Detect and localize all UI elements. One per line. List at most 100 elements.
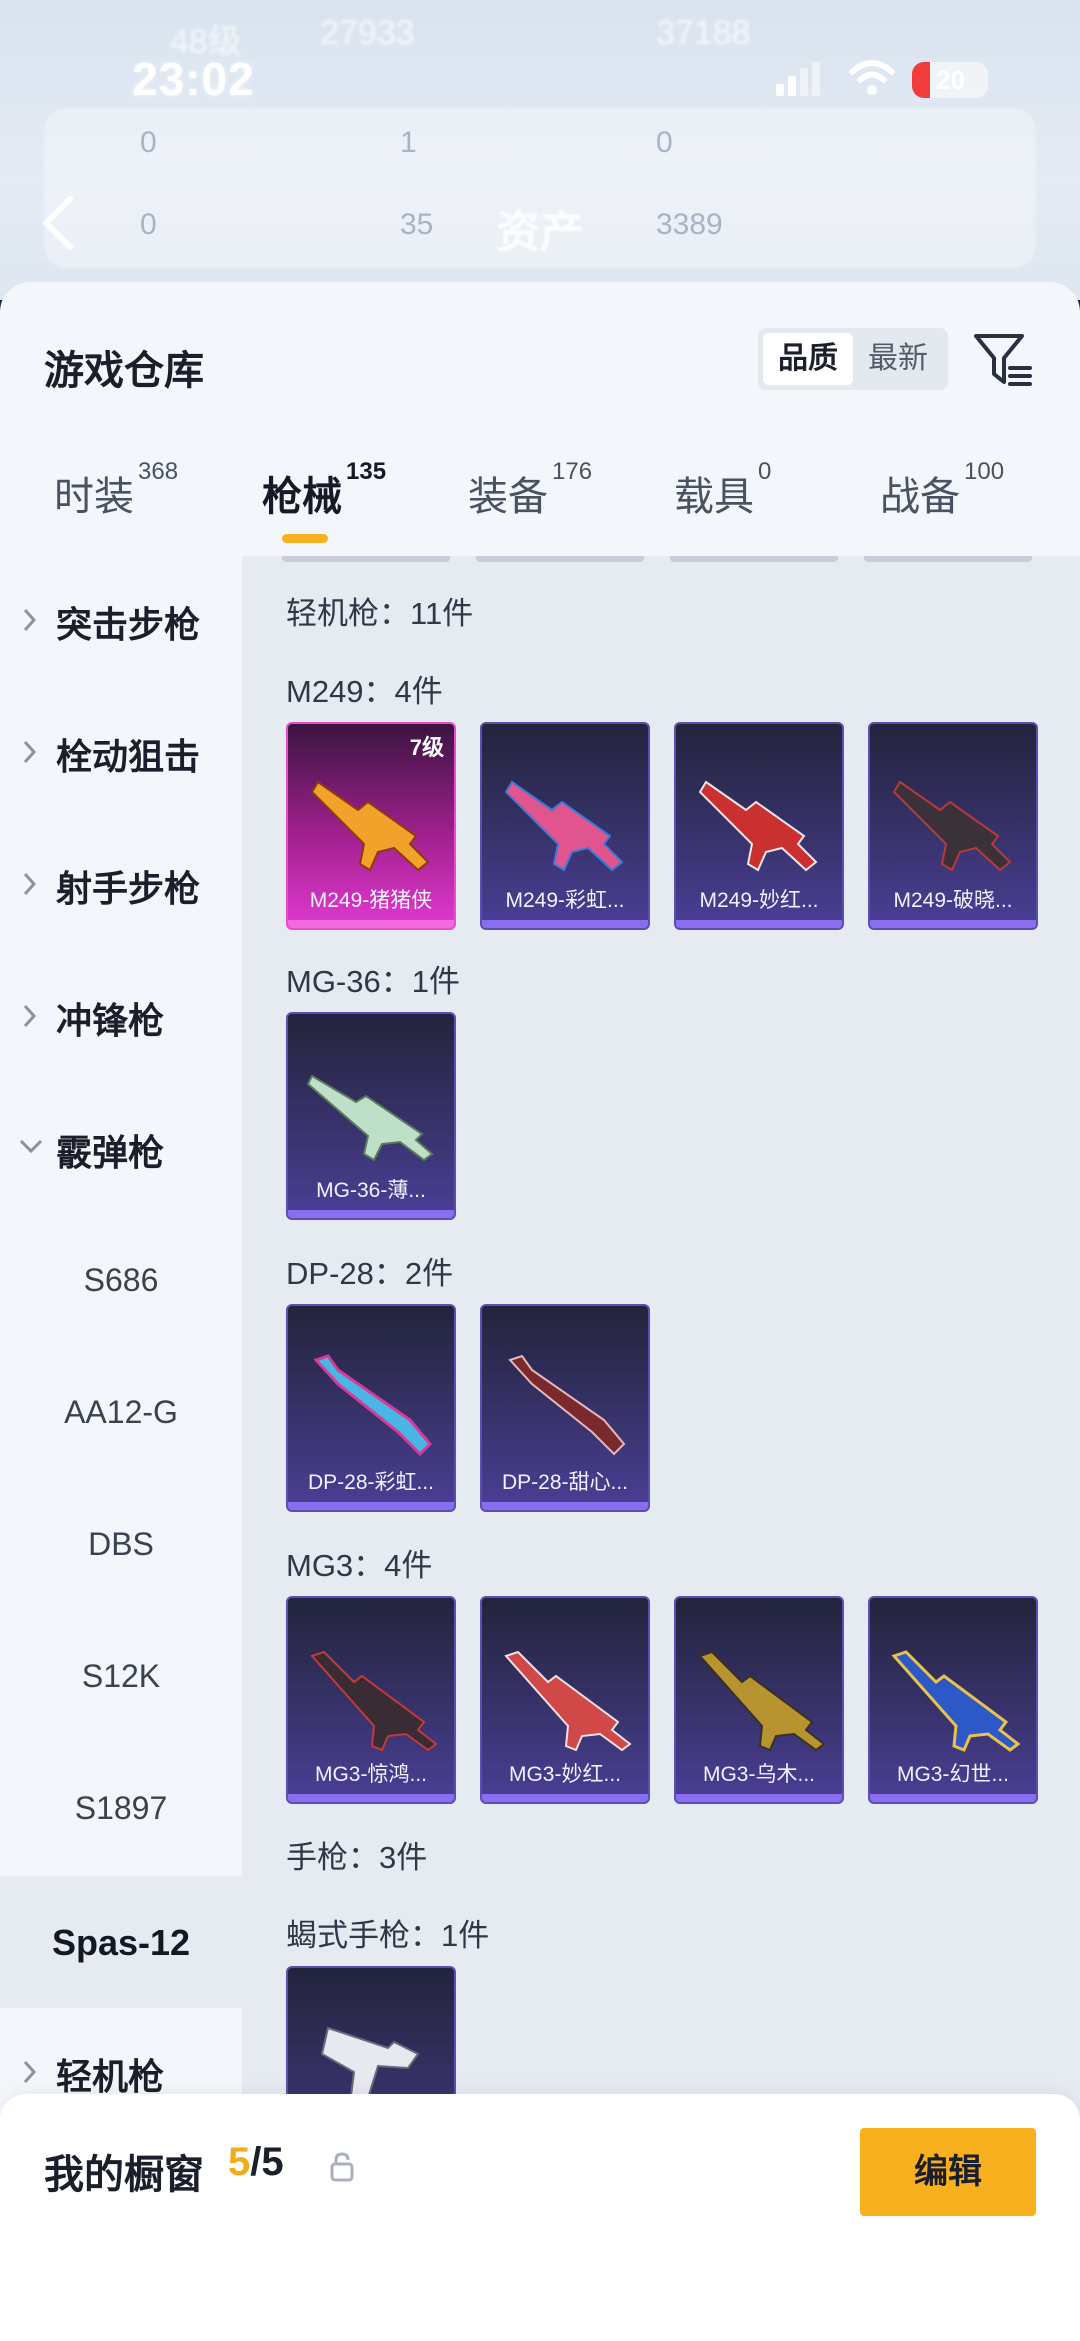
weapon-name: MG3-乌木... xyxy=(702,1763,815,1786)
sidebar-subitem-label: S12K xyxy=(81,1658,161,1694)
tab-fashion[interactable]: 时装368 xyxy=(54,458,178,522)
weapon-image-icon xyxy=(504,780,624,872)
ghost-stat: 0 xyxy=(656,126,673,159)
sidebar-subitem-label: AA12-G xyxy=(64,1394,178,1430)
tab-supplies[interactable]: 战备100 xyxy=(880,458,1004,522)
chevron-right-icon xyxy=(23,608,37,632)
sidebar-item-label: 突击步枪 xyxy=(56,604,201,645)
warehouse-sheet: 游戏仓库 品质 最新 时装368 枪械135 装备176 载具0 战备100 突… xyxy=(0,282,1080,2341)
sidebar-item-assault-rifle[interactable]: 突击步枪 xyxy=(0,556,242,688)
section-title-mg36: MG-36：1件 xyxy=(286,964,460,999)
battery-icon: 20 xyxy=(912,62,988,98)
active-tab-indicator xyxy=(282,534,328,543)
weapon-card[interactable]: MG3-幻世... xyxy=(868,1596,1038,1804)
sidebar-subitem-s12k[interactable]: S12K xyxy=(0,1612,242,1744)
weapon-image-icon xyxy=(891,1650,1021,1752)
weapon-card[interactable]: MG3-乌木... xyxy=(674,1596,844,1804)
weapon-name: M249-妙红... xyxy=(699,889,819,912)
showcase-label: 我的橱窗 xyxy=(44,2153,204,2197)
ghost-stat: 3389 xyxy=(656,208,723,241)
sort-latest-button[interactable]: 最新 xyxy=(853,333,943,385)
tab-count: 100 xyxy=(964,458,1005,485)
tab-label: 时装 xyxy=(54,475,134,519)
ghost-stat: 0 xyxy=(140,126,157,159)
weapon-image-icon xyxy=(504,1650,632,1752)
weapon-card[interactable]: M249-彩虹... xyxy=(480,722,650,930)
header-backdrop: 48级 27933 37188 23:02 20 0 1 0 0 35 3389… xyxy=(0,0,1080,300)
weapon-name: MG-36-薄... xyxy=(316,1179,426,1202)
weapon-name: M249-破晓... xyxy=(893,889,1013,912)
filter-icon[interactable] xyxy=(972,328,1034,390)
sidebar-item-label: 栓动狙击 xyxy=(56,736,201,777)
sidebar-subitem-label: DBS xyxy=(88,1526,154,1562)
showcase-count-total: /5 xyxy=(250,2140,284,2184)
tab-guns[interactable]: 枪械135 xyxy=(262,458,386,522)
weapon-image-icon xyxy=(508,1354,626,1456)
weapon-name: M249-彩虹... xyxy=(505,889,625,912)
sidebar-subitem-dbs[interactable]: DBS xyxy=(0,1480,242,1612)
showcase-bar: 我的橱窗 5/5 编辑 xyxy=(0,2094,1080,2341)
sidebar-item-smg[interactable]: 冲锋枪 xyxy=(0,952,242,1084)
weapon-image-icon xyxy=(313,1354,433,1457)
signal-icon xyxy=(776,62,820,96)
ghost-page-title: 资产 xyxy=(496,208,584,257)
chevron-right-icon xyxy=(23,1004,37,1028)
weapon-card[interactable]: DP-28-彩虹... xyxy=(286,1304,456,1512)
sidebar-subitem-spas12[interactable]: Spas-12 xyxy=(0,1876,242,2008)
chevron-right-icon xyxy=(23,2060,37,2084)
weapon-image-icon xyxy=(892,780,1012,872)
sidebar-item-shotgun[interactable]: 霰弹枪 xyxy=(0,1084,242,1216)
ghost-coins-right: 37188 xyxy=(656,14,751,52)
tab-count: 368 xyxy=(138,458,179,485)
tab-label: 战备 xyxy=(880,475,960,519)
scrolled-tiles-edge xyxy=(282,556,1080,564)
weapon-name: MG3-妙红... xyxy=(508,1763,621,1786)
sidebar-subitem-aa12g[interactable]: AA12-G xyxy=(0,1348,242,1480)
sidebar-item-label: 冲锋枪 xyxy=(56,1000,165,1041)
weapon-card[interactable]: M249-破晓... xyxy=(868,722,1038,930)
sidebar-subitem-label: Spas-12 xyxy=(51,1922,191,1963)
tab-count: 135 xyxy=(346,458,387,485)
tab-label: 载具 xyxy=(674,475,754,519)
chevron-down-icon xyxy=(19,1139,43,1154)
tab-count: 176 xyxy=(552,458,593,485)
weapon-card[interactable]: MG3-妙红... xyxy=(480,1596,650,1804)
ghost-stat: 35 xyxy=(400,208,434,241)
sidebar-subitem-label: S1897 xyxy=(74,1790,168,1826)
sidebar-item-label: 轻机枪 xyxy=(56,2056,165,2097)
edit-button[interactable]: 编辑 xyxy=(860,2128,1036,2216)
sidebar-subitem-s1897[interactable]: S1897 xyxy=(0,1744,242,1876)
sidebar-subitem-s686[interactable]: S686 xyxy=(0,1216,242,1348)
ghost-coins-left: 27933 xyxy=(320,14,415,52)
showcase-count-current: 5 xyxy=(228,2140,251,2184)
section-title-dp28: DP-28：2件 xyxy=(286,1256,454,1291)
chevron-right-icon xyxy=(23,740,37,764)
sidebar-item-bolt-sniper[interactable]: 栓动狙击 xyxy=(0,688,242,820)
weapon-card[interactable]: MG3-惊鸿... xyxy=(286,1596,456,1804)
weapon-card[interactable]: DP-28-甜心... xyxy=(480,1304,650,1512)
showcase-count: 5/5 xyxy=(228,2140,284,2185)
section-title-m249: M249：4件 xyxy=(286,674,443,709)
section-title-scorpion: 蝎式手枪：1件 xyxy=(286,1918,490,1953)
sort-quality-button[interactable]: 品质 xyxy=(763,333,853,385)
weapon-image-icon xyxy=(698,780,818,872)
weapon-card[interactable]: 7级 M249-猪猪侠 xyxy=(286,722,456,930)
weapon-image-icon xyxy=(310,780,430,872)
weapon-card[interactable]: M249-妙红... xyxy=(674,722,844,930)
sidebar: 突击步枪 栓动狙击 射手步枪 冲锋枪 霰弹枪 S686 AA12-G DBS S… xyxy=(0,556,242,2341)
weapon-name: DP-28-彩虹... xyxy=(307,1471,435,1494)
wifi-icon xyxy=(849,60,895,95)
status-time: 23:02 xyxy=(132,53,255,105)
tab-vehicles[interactable]: 载具0 xyxy=(674,458,771,522)
lock-icon xyxy=(330,2152,354,2182)
tab-equipment[interactable]: 装备176 xyxy=(468,458,592,522)
back-icon[interactable] xyxy=(40,195,76,251)
chevron-right-icon xyxy=(23,872,37,896)
tab-label: 枪械 xyxy=(262,475,342,519)
group-title-lmg: 轻机枪：11件 xyxy=(286,596,474,631)
sidebar-subitem-label: S686 xyxy=(83,1262,159,1298)
weapon-image-icon xyxy=(310,1650,438,1752)
sheet-title: 游戏仓库 xyxy=(44,349,204,393)
weapon-card[interactable]: MG-36-薄... xyxy=(286,1012,456,1220)
sidebar-item-marksman-rifle[interactable]: 射手步枪 xyxy=(0,820,242,952)
